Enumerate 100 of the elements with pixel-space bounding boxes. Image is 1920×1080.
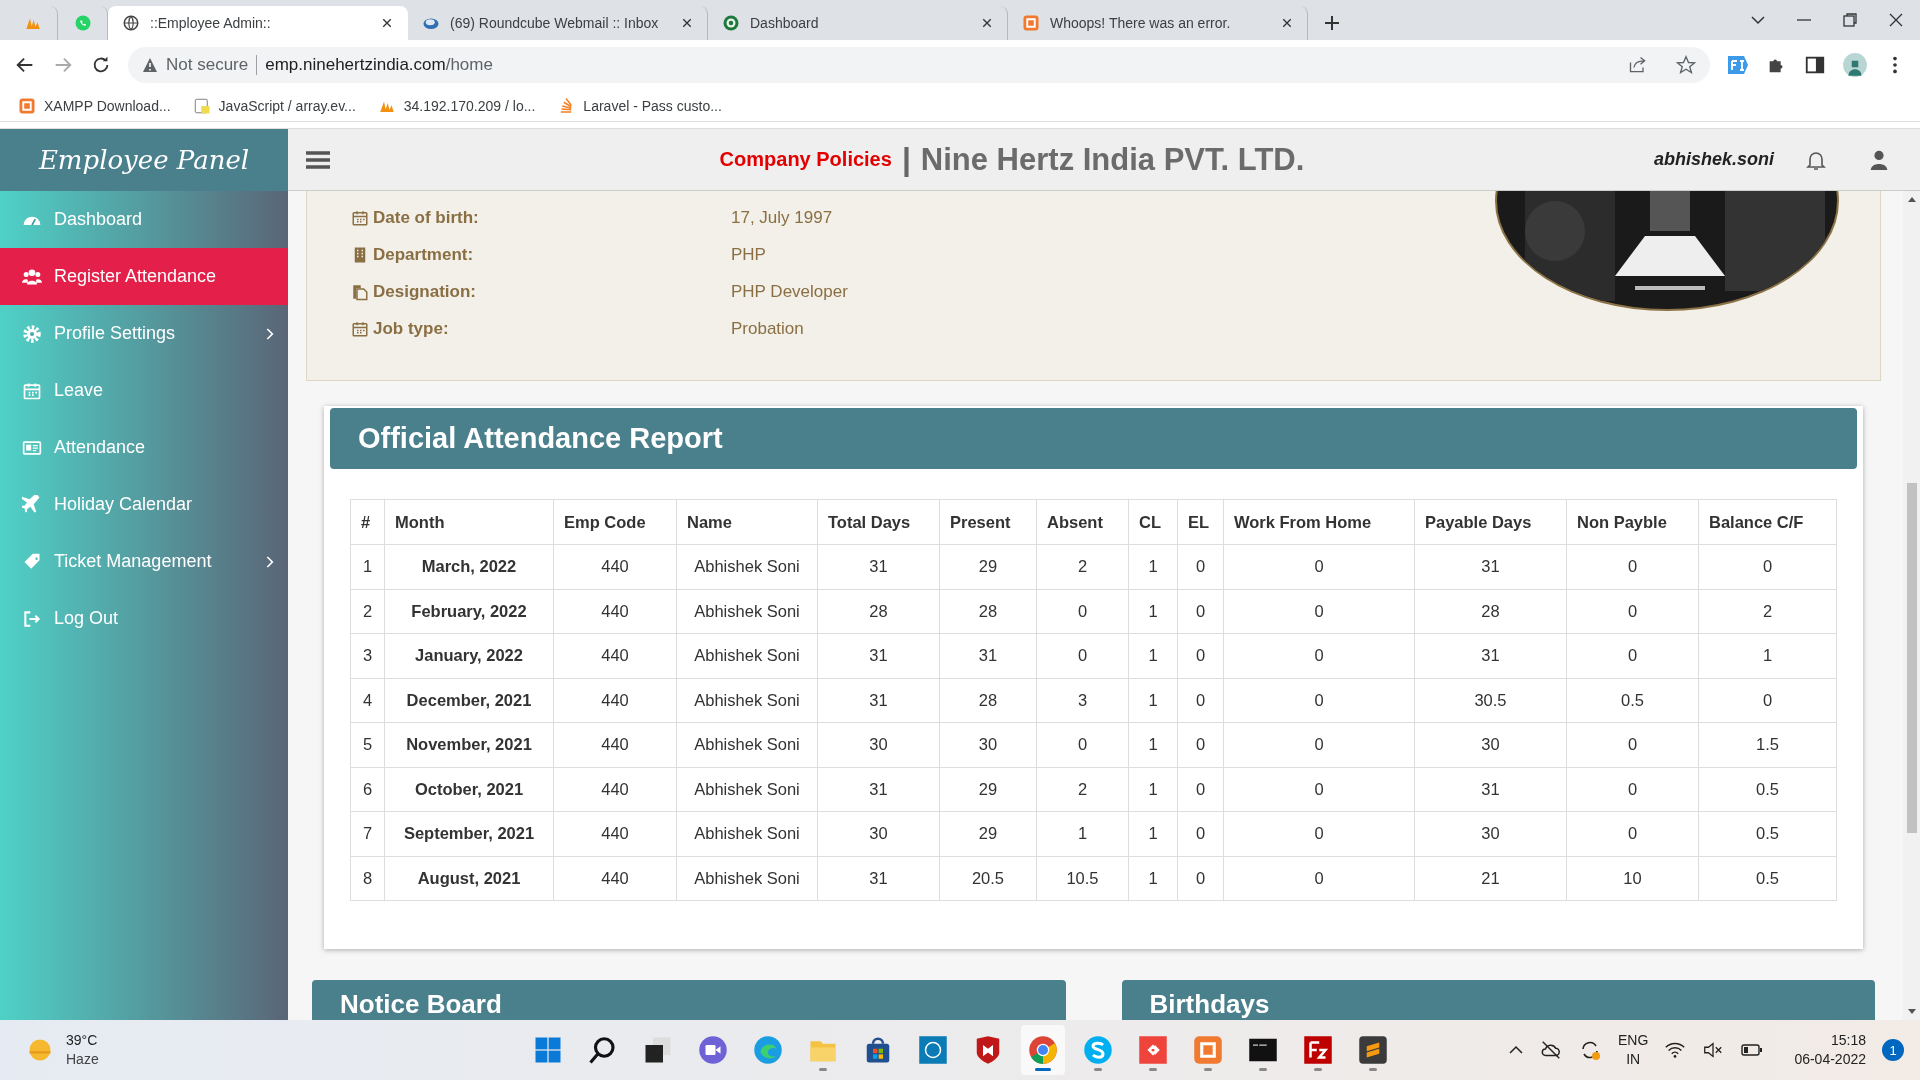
muted-speaker-icon[interactable] xyxy=(1702,1039,1725,1061)
column-header: Emp Code xyxy=(553,499,677,545)
browser-tab[interactable]: ::Employee Admin:: xyxy=(108,6,408,40)
sidebar-item[interactable]: Register Attendance xyxy=(0,248,288,305)
diamonds-icon[interactable] xyxy=(1138,1035,1168,1065)
address-bar[interactable]: Not secure emp.ninehertzindia.com/home xyxy=(128,47,1710,83)
video-chat-icon[interactable] xyxy=(698,1035,728,1065)
round-browser-icon[interactable] xyxy=(1028,1035,1058,1065)
table-cell: Abhishek Soni xyxy=(676,856,818,901)
url-text: emp.ninehertzindia.com/home xyxy=(265,55,493,75)
table-cell: 30 xyxy=(1414,722,1567,767)
bookmark[interactable]: JavaScript / array.ev... xyxy=(192,96,356,115)
table-cell: 5 xyxy=(350,722,385,767)
settings-icon xyxy=(22,323,42,344)
side-panel-icon[interactable] xyxy=(1804,54,1826,76)
notification-count[interactable]: 1 xyxy=(1882,1039,1904,1061)
bookmark[interactable]: Laravel - Pass custo... xyxy=(557,96,722,115)
calendar-icon xyxy=(351,319,369,338)
bookmark[interactable]: XAMPP Download... xyxy=(18,96,171,115)
table-cell: 0 xyxy=(1223,589,1415,634)
menu-icon[interactable] xyxy=(306,149,330,170)
table-cell: 0 xyxy=(1223,722,1415,767)
table-cell: 1 xyxy=(350,544,385,589)
app-tile-icon[interactable] xyxy=(1193,1035,1223,1065)
close-icon[interactable] xyxy=(681,17,693,29)
user-icon[interactable] xyxy=(1868,148,1890,171)
column-header: Name xyxy=(676,499,818,545)
table-cell: February, 2022 xyxy=(384,589,554,634)
policies-link[interactable]: Company Policies xyxy=(719,148,892,171)
table-cell: 1 xyxy=(1128,589,1178,634)
cloud-off-icon[interactable] xyxy=(1540,1039,1563,1061)
swirl-icon[interactable] xyxy=(753,1035,783,1065)
column-header: CL xyxy=(1128,499,1178,545)
language-indicator[interactable]: ENG IN xyxy=(1618,1031,1649,1069)
close-icon[interactable] xyxy=(1888,12,1904,28)
table-cell: 30 xyxy=(939,722,1037,767)
table-cell: 0 xyxy=(1223,544,1415,589)
table-cell: 0 xyxy=(1566,722,1699,767)
table-cell: 0 xyxy=(1566,544,1699,589)
column-header: Payable Days xyxy=(1414,499,1567,545)
share-icon[interactable] xyxy=(1628,55,1648,75)
table-cell: 0 xyxy=(1177,811,1224,856)
table-cell: 6 xyxy=(350,767,385,812)
search-icon[interactable] xyxy=(588,1035,618,1065)
table-cell: October, 2021 xyxy=(384,767,554,812)
calendar-icon xyxy=(351,208,369,227)
star-icon[interactable] xyxy=(1676,55,1696,75)
plus-icon[interactable] xyxy=(1324,15,1340,31)
table-cell: Abhishek Soni xyxy=(676,767,818,812)
table-cell: 2 xyxy=(350,589,385,634)
close-icon[interactable] xyxy=(981,17,993,29)
fz-tile-icon[interactable] xyxy=(1303,1035,1333,1065)
card-title: Notice Board xyxy=(340,988,502,1020)
restore-icon[interactable] xyxy=(1842,12,1858,28)
table-cell: 28 xyxy=(939,678,1037,723)
column-header: Non Payble xyxy=(1566,499,1699,545)
table-cell: November, 2021 xyxy=(384,722,554,767)
windows-logo-icon[interactable] xyxy=(533,1035,563,1065)
clock[interactable]: 15:18 06-04-2022 xyxy=(1794,1031,1866,1069)
square-logo-icon[interactable] xyxy=(918,1035,948,1065)
table-cell: 1 xyxy=(1128,856,1178,901)
app-logo: Employee Panel xyxy=(38,145,250,175)
table-cell: 440 xyxy=(553,811,677,856)
scroll-up-icon xyxy=(1906,195,1917,203)
column-header: Total Days xyxy=(817,499,940,545)
table-cell: 0 xyxy=(1566,589,1699,634)
table-cell: 31 xyxy=(817,633,940,678)
scroll-thumb[interactable] xyxy=(1906,483,1917,833)
table-cell: 0.5 xyxy=(1698,856,1837,901)
table-cell: January, 2022 xyxy=(384,633,554,678)
username: abhishek.soni xyxy=(1653,149,1774,170)
table-cell: 0 xyxy=(1698,544,1837,589)
table-cell: 28 xyxy=(817,589,940,634)
table-cell: 0 xyxy=(1566,811,1699,856)
close-icon[interactable] xyxy=(1281,17,1293,29)
bookmark[interactable]: 34.192.170.209 / lo... xyxy=(377,96,536,115)
table-cell: 440 xyxy=(553,589,677,634)
header-separator: | xyxy=(901,141,911,178)
close-icon[interactable] xyxy=(381,17,393,29)
temperature: 39°C xyxy=(66,1031,99,1050)
table-cell: 1 xyxy=(1128,544,1178,589)
avatar-icon[interactable] xyxy=(1842,52,1868,78)
table-cell: 440 xyxy=(553,722,677,767)
card-title: Birthdays xyxy=(1149,988,1270,1020)
table-cell: September, 2021 xyxy=(384,811,554,856)
table-cell: 0 xyxy=(1566,767,1699,812)
logout-icon xyxy=(22,608,42,629)
scrollbar[interactable] xyxy=(1903,191,1920,1020)
dark-tile-icon[interactable] xyxy=(1358,1035,1388,1065)
column-header: Month xyxy=(384,499,554,545)
app-tile-icon xyxy=(18,96,36,115)
table-cell: 0 xyxy=(1177,633,1224,678)
table-cell: 10 xyxy=(1566,856,1699,901)
stacked-windows-icon[interactable] xyxy=(643,1035,673,1065)
table-cell: 1 xyxy=(1128,722,1178,767)
table-cell: 30 xyxy=(817,811,940,856)
company-name: Nine Hertz India PVT. LTD. xyxy=(920,141,1305,178)
extension-badge-icon[interactable] xyxy=(1726,53,1750,77)
field-value: PHP xyxy=(731,244,766,265)
plane-icon xyxy=(22,494,42,515)
